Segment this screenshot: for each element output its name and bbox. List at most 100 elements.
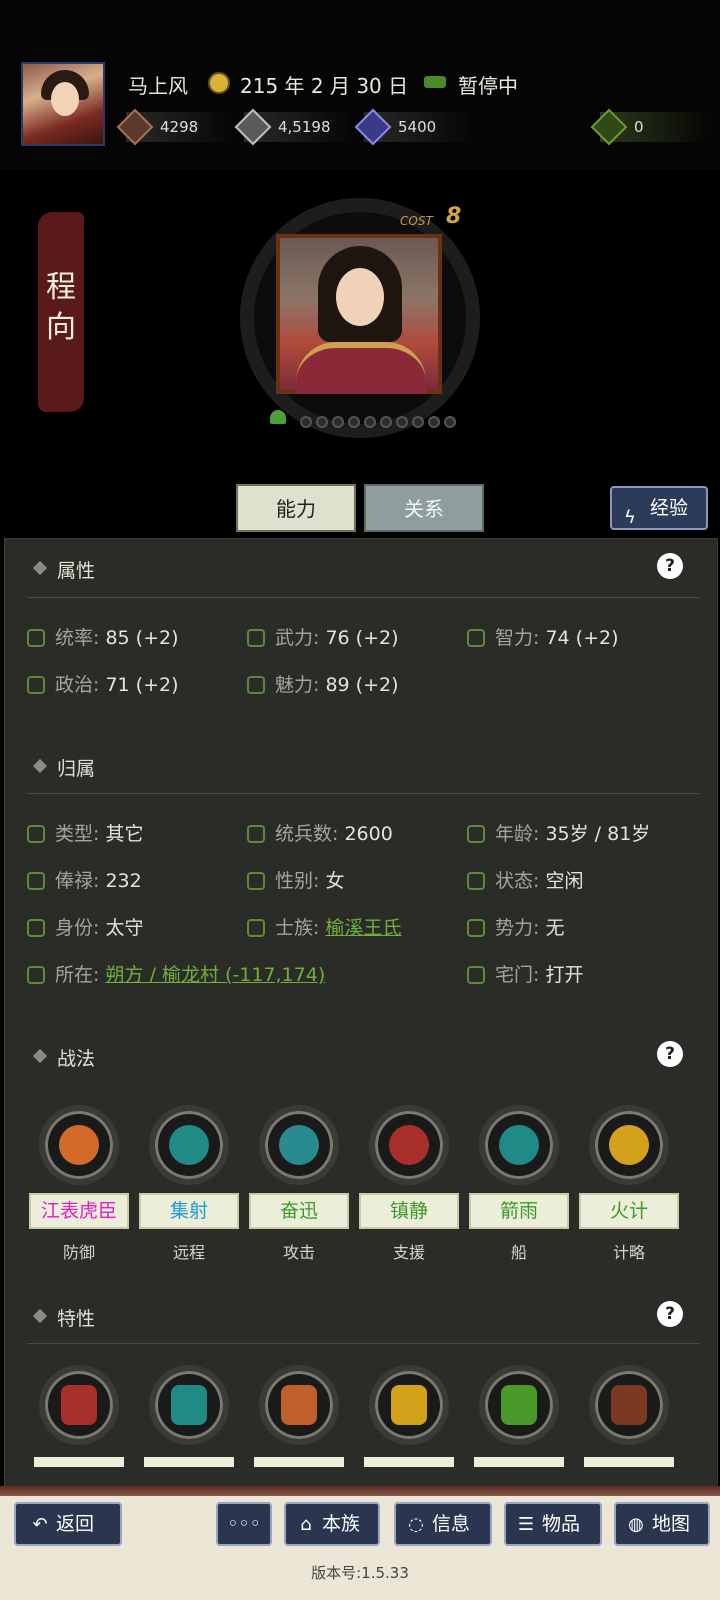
cheer-icon [369, 1365, 449, 1445]
tactic-type: 计略 [612, 1243, 645, 1262]
info-type: 类型: 其它 [27, 819, 143, 846]
horse-icon [424, 76, 446, 88]
tactic-card[interactable]: 镇静 支援 [359, 1105, 459, 1263]
trait-card[interactable] [249, 1365, 349, 1467]
resource-troops-value: 5400 [398, 118, 437, 136]
cost-label: COST [400, 214, 433, 228]
info-age: 年龄: 35岁 / 81岁 [467, 819, 650, 846]
tactic-name: 集射 [139, 1193, 239, 1229]
spade-heart-icon [149, 1365, 229, 1445]
dot [444, 416, 456, 428]
location-link[interactable]: 朔方 / 榆龙村 (-117,174) [105, 964, 325, 986]
game-status[interactable]: 暂停中 [458, 70, 518, 99]
resource-grain: 4,5198 [234, 108, 354, 146]
top-bar: 马上风 215 年 2 月 30 日 暂停中 4298 4,5198 5400 … [0, 0, 720, 170]
cost-value: 8 [446, 204, 462, 229]
trait-card[interactable] [469, 1365, 569, 1467]
clan-link[interactable]: 榆溪王氏 [325, 917, 401, 939]
tactic-card[interactable]: 箭雨 船 [469, 1105, 569, 1263]
help-icon[interactable]: ? [657, 1041, 683, 1067]
help-icon[interactable]: ? [657, 553, 683, 579]
dot [428, 416, 440, 428]
attr-value: 89 (+2) [325, 674, 399, 696]
clan-button[interactable]: ⌂ 本族 [284, 1502, 380, 1546]
trait-card[interactable] [29, 1365, 129, 1467]
tower-icon [259, 1365, 339, 1445]
tab-relation[interactable]: 关系 [364, 484, 484, 532]
crossed-swords-icon [259, 1105, 339, 1185]
character-name: 程 向 [46, 270, 76, 345]
brain-icon [39, 1105, 119, 1185]
player-name: 马上风 [128, 74, 188, 98]
dot [364, 416, 376, 428]
experience-button[interactable]: ϟ 经验 [610, 486, 708, 530]
dot [348, 416, 360, 428]
tactic-card[interactable]: 江表虎臣 防御 [29, 1105, 129, 1263]
diamond-icon [32, 1308, 48, 1324]
section-title: 特性 [57, 1308, 96, 1330]
calendar-icon [208, 72, 230, 94]
figure-icon [369, 1105, 449, 1185]
ability-panel[interactable]: 属性 ? 统率: 85 (+2) 武力: 76 (+2) 智力: 74 (+2)… [4, 538, 718, 1498]
pair-icon [479, 1365, 559, 1445]
bottom-bar: ↶ 返回 ◦◦◦ ⌂ 本族 ◌ 信息 ☰ 物品 ◍ 地图 版本号:1.5.33 [0, 1486, 720, 1600]
resource-gold-value: 4298 [160, 118, 199, 136]
statue-icon [589, 1365, 669, 1445]
game-date: 215 年 2 月 30 日 [240, 74, 409, 98]
info-value: 2600 [344, 823, 393, 845]
attr-value: 71 (+2) [105, 674, 179, 696]
dot [316, 416, 328, 428]
tactic-card[interactable]: 集射 远程 [139, 1105, 239, 1263]
trait-card[interactable] [139, 1365, 239, 1467]
tab-ability[interactable]: 能力 [236, 484, 356, 532]
tactic-card[interactable]: 奋迅 攻击 [249, 1105, 349, 1263]
tactic-type: 远程 [172, 1243, 205, 1262]
info-button[interactable]: ◌ 信息 [394, 1502, 492, 1546]
attr-charisma: 魅力: 89 (+2) [247, 670, 399, 697]
items-label: 物品 [542, 1513, 581, 1535]
character-portrait[interactable] [276, 234, 442, 394]
attr-value: 74 (+2) [545, 627, 619, 649]
experience-label: 经验 [650, 497, 689, 519]
info-value: 太守 [105, 917, 144, 939]
help-icon[interactable]: ? [657, 1301, 683, 1327]
info-value: 232 [105, 870, 142, 892]
attr-intelligence: 智力: 74 (+2) [467, 623, 619, 650]
soldier-icon [354, 108, 392, 146]
tactic-card[interactable]: 火计 计略 [579, 1105, 679, 1263]
info-label: 统兵数 [275, 823, 333, 845]
back-arrow-icon: ↶ [32, 1514, 48, 1535]
info-troop-count: 统兵数: 2600 [247, 819, 393, 846]
tactic-name: 江表虎臣 [29, 1193, 129, 1229]
dot [396, 416, 408, 428]
dot [380, 416, 392, 428]
divider [27, 793, 699, 794]
tactic-type: 支援 [392, 1243, 425, 1262]
person-icon [247, 825, 265, 843]
diamond-icon [32, 1048, 48, 1064]
calendar-check-icon [27, 825, 45, 843]
info-label: 宅门 [495, 964, 534, 986]
more-button[interactable]: ◦◦◦ [216, 1502, 272, 1546]
info-value: 其它 [105, 823, 144, 845]
info-label: 年龄 [495, 823, 534, 845]
items-button[interactable]: ☰ 物品 [504, 1502, 602, 1546]
clan-icon: ⌂ [300, 1514, 312, 1535]
attr-label: 统率 [55, 627, 94, 649]
items-icon: ☰ [517, 1514, 535, 1535]
map-button[interactable]: ◍ 地图 [614, 1502, 710, 1546]
status-icon [467, 872, 485, 890]
info-location: 所在: 朔方 / 榆龙村 (-117,174) [27, 960, 325, 987]
attr-label: 政治 [55, 674, 94, 696]
back-label: 返回 [56, 1513, 95, 1535]
back-button[interactable]: ↶ 返回 [14, 1502, 122, 1546]
tactic-name: 奋迅 [249, 1193, 349, 1229]
player-avatar[interactable] [21, 62, 105, 146]
character-name-banner: 程 向 [38, 212, 84, 412]
info-label: 势力 [495, 917, 534, 939]
trait-card[interactable] [359, 1365, 459, 1467]
trait-card[interactable] [579, 1365, 679, 1467]
tactic-name: 箭雨 [469, 1193, 569, 1229]
dot [332, 416, 344, 428]
arrow-rain-icon [479, 1105, 559, 1185]
